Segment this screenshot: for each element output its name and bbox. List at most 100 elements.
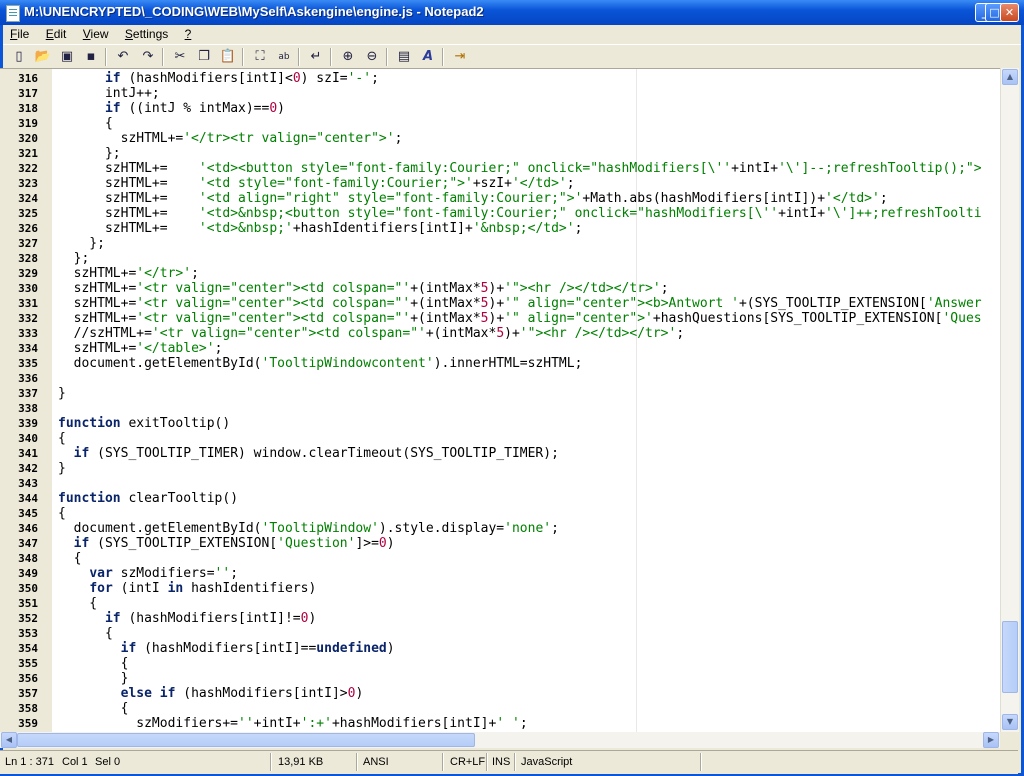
status-line-endings[interactable]: CR+LF xyxy=(450,756,485,768)
menu-settings-accel: S xyxy=(124,27,133,41)
line-number: 325 xyxy=(18,207,38,220)
code-line: { xyxy=(58,656,129,671)
new-file-icon[interactable]: ▯ xyxy=(10,48,28,66)
status-file-size: 13,91 KB xyxy=(278,756,324,768)
window-title: M:\UNENCRYPTED\_CODING\WEB\MySelf\Askeng… xyxy=(24,4,484,19)
code-line: intJ++; xyxy=(58,86,160,101)
save-icon[interactable]: ▪ xyxy=(82,48,100,66)
code-line: function exitTooltip() xyxy=(58,416,231,431)
menu-settings[interactable]: Settings xyxy=(118,25,174,41)
status-bar: Ln 1 : 371 Col 1 Sel 0 13,91 KB ANSI CR+… xyxy=(0,750,1018,774)
code-line: } xyxy=(58,461,66,476)
code-line: { xyxy=(58,506,66,521)
code-line: }; xyxy=(58,251,90,266)
zoom-out-icon[interactable]: ⊖ xyxy=(363,48,381,66)
font-icon[interactable]: A xyxy=(419,48,437,66)
line-number: 347 xyxy=(18,537,38,550)
code-line: document.getElementById('TooltipWindow')… xyxy=(58,521,559,536)
scroll-left-button[interactable]: ◀ xyxy=(1,732,17,748)
line-number: 331 xyxy=(18,297,38,310)
status-lexer[interactable]: JavaScript xyxy=(521,756,572,768)
notepad-app-icon[interactable] xyxy=(6,5,20,22)
code-line: }; xyxy=(58,236,105,251)
replace-icon[interactable]: ab xyxy=(275,48,293,66)
line-number: 342 xyxy=(18,462,38,475)
code-line: if (SYS_TOOLTIP_EXTENSION['Question']>=0… xyxy=(73,536,395,551)
line-number: 340 xyxy=(18,432,38,445)
vertical-scroll-thumb[interactable] xyxy=(1002,621,1018,693)
code-line: if (SYS_TOOLTIP_TIMER) window.clearTimeo… xyxy=(73,446,559,461)
line-number: 320 xyxy=(18,132,38,145)
line-number: 326 xyxy=(18,222,38,235)
menu-view[interactable]: View xyxy=(76,25,115,41)
paste-icon[interactable]: 📋 xyxy=(219,48,237,66)
status-divider xyxy=(270,753,272,771)
line-number: 318 xyxy=(18,102,38,115)
line-number: 353 xyxy=(18,627,38,640)
line-number: 324 xyxy=(18,192,38,205)
menu-file[interactable]: File xyxy=(3,25,35,41)
line-number: 319 xyxy=(18,117,38,130)
menu-view-label: iew xyxy=(90,27,109,41)
toolbar-separator xyxy=(298,48,300,66)
toolbar-separator xyxy=(330,48,332,66)
line-number: 336 xyxy=(18,372,38,385)
code-line: szHTML+='<tr valign="center"><td colspan… xyxy=(58,311,982,326)
code-line: szHTML+='</tr><tr valign="center">'; xyxy=(58,131,403,146)
toolbar-separator xyxy=(442,48,444,66)
line-number: 354 xyxy=(18,642,38,655)
code-editor[interactable]: if (hashModifiers[intI]<0) szI='-'; intJ… xyxy=(0,68,1000,733)
code-line: if (hashModifiers[intI]!=0) xyxy=(104,611,317,626)
schemes-icon[interactable]: ▤ xyxy=(395,48,413,66)
copy-icon[interactable]: ❐ xyxy=(195,48,213,66)
line-number: 329 xyxy=(18,267,38,280)
code-line: } xyxy=(58,386,66,401)
line-number: 356 xyxy=(18,672,38,685)
line-number: 327 xyxy=(18,237,38,250)
scrollbar-corner xyxy=(1000,732,1018,748)
browse-icon[interactable]: ▣ xyxy=(58,48,76,66)
horizontal-scrollbar[interactable]: ◀ ▶ xyxy=(0,732,1000,748)
zoom-in-icon[interactable]: ⊕ xyxy=(339,48,357,66)
menu-help[interactable]: ? xyxy=(178,25,198,41)
code-line: szHTML+= '<td><button style="font-family… xyxy=(58,161,982,176)
status-insert-mode[interactable]: INS xyxy=(492,756,510,768)
menu-file-label: ile xyxy=(17,27,30,41)
code-line: { xyxy=(58,551,82,566)
line-number: 332 xyxy=(18,312,38,325)
line-number: 317 xyxy=(18,87,38,100)
code-line: szHTML+='<tr valign="center"><td colspan… xyxy=(58,281,669,296)
scroll-right-button[interactable]: ▶ xyxy=(983,732,999,748)
menu-edit[interactable]: Edit xyxy=(39,25,73,41)
open-file-icon[interactable]: 📂 xyxy=(34,48,52,66)
exit-icon[interactable]: ⇥ xyxy=(451,48,469,66)
title-bar[interactable]: M:\UNENCRYPTED\_CODING\WEB\MySelf\Askeng… xyxy=(0,0,1024,25)
code-line: if (hashModifiers[intI]==undefined) xyxy=(120,641,395,656)
find-icon[interactable]: ⛶ xyxy=(251,48,269,66)
code-line: }; xyxy=(58,146,121,161)
line-number: 334 xyxy=(18,342,38,355)
close-button[interactable]: ✕ xyxy=(1000,3,1019,22)
menu-view-accel: V xyxy=(82,27,91,41)
code-line: if ((intJ % intMax)==0) xyxy=(104,101,285,116)
line-number: 339 xyxy=(18,417,38,430)
code-line: { xyxy=(58,596,98,611)
toolbar-separator xyxy=(242,48,244,66)
cut-icon[interactable]: ✂ xyxy=(171,48,189,66)
status-encoding[interactable]: ANSI xyxy=(363,756,389,768)
code-line: szHTML+= '<td style="font-family:Courier… xyxy=(58,176,575,191)
scroll-up-button[interactable]: ▲ xyxy=(1002,69,1018,85)
status-divider xyxy=(486,753,488,771)
code-line: document.getElementById('TooltipWindowco… xyxy=(58,356,583,371)
horizontal-scroll-thumb[interactable] xyxy=(17,733,475,747)
scroll-down-button[interactable]: ▼ xyxy=(1002,714,1018,730)
line-number: 330 xyxy=(18,282,38,295)
code-line: szModifiers+=''+intI+':+'+hashModifiers[… xyxy=(58,716,528,731)
redo-icon[interactable]: ↷ xyxy=(139,48,157,66)
status-position: Ln 1 : 371 xyxy=(5,756,54,768)
code-line: //szHTML+='<tr valign="center"><td colsp… xyxy=(58,326,685,341)
vertical-scrollbar[interactable]: ▲ ▼ xyxy=(1000,68,1019,732)
undo-icon[interactable]: ↶ xyxy=(114,48,132,66)
word-wrap-icon[interactable]: ↵ xyxy=(307,48,325,66)
menu-bar: File Edit View Settings ? xyxy=(3,25,1021,44)
